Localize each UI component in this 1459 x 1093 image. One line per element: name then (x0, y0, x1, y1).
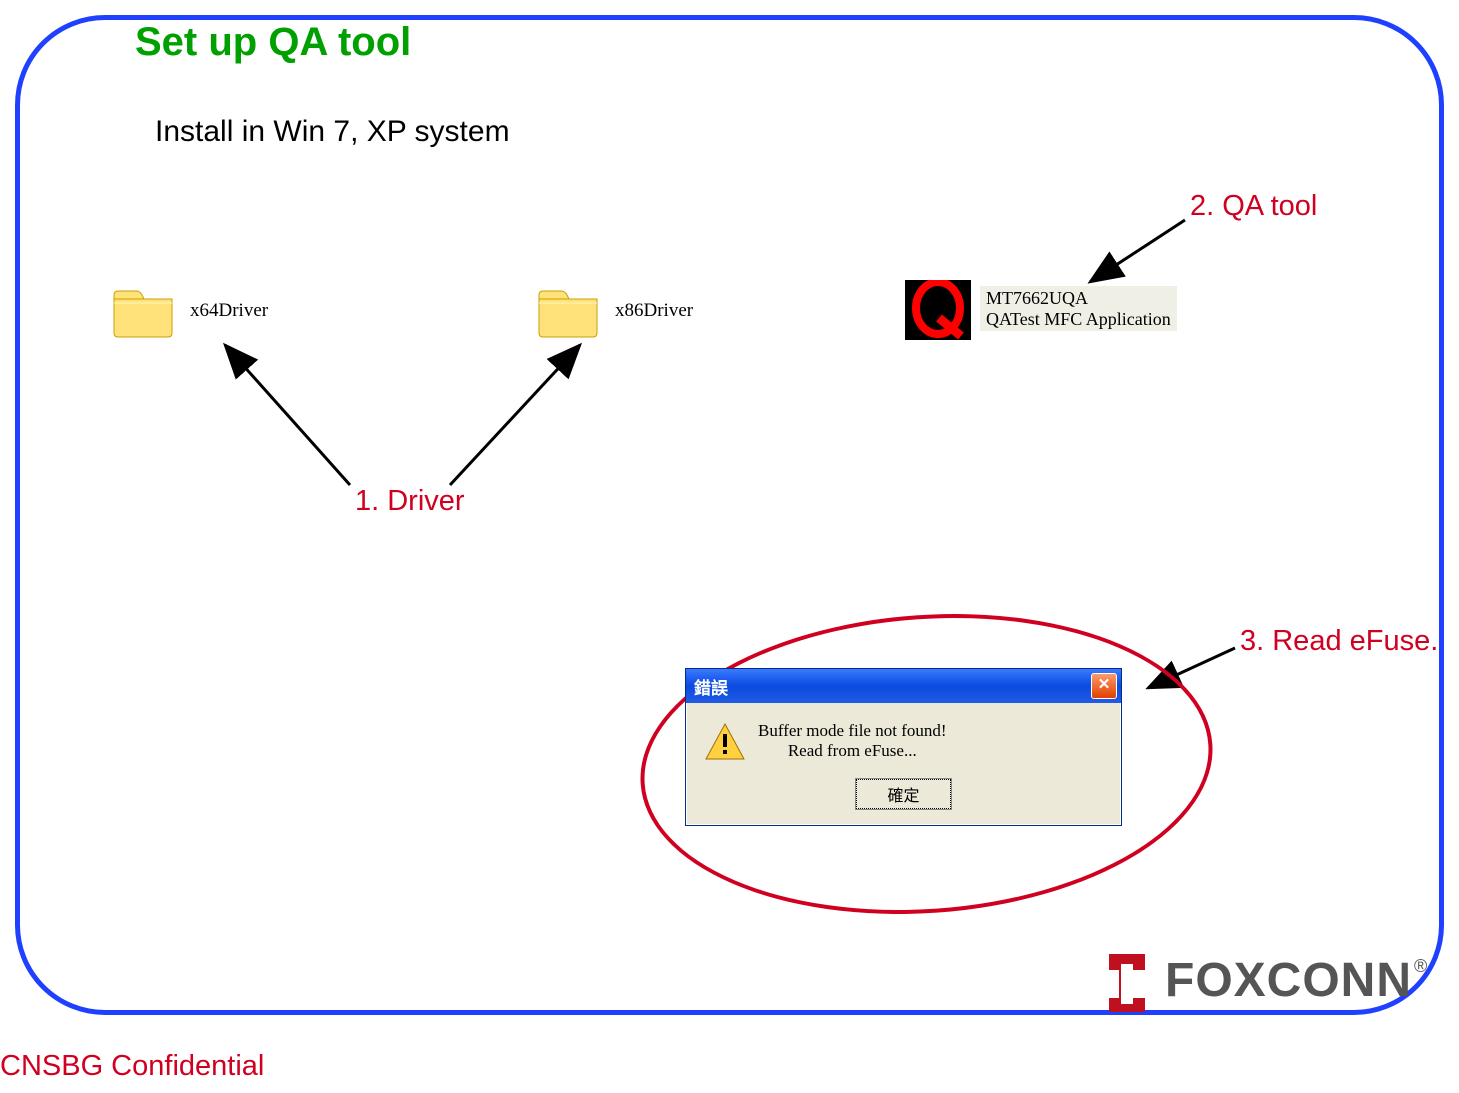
qa-app-label: MT7662UQA QATest MFC Application (980, 286, 1177, 331)
dialog-title: 錯誤 (690, 674, 728, 699)
ok-button[interactable]: 確定 (856, 779, 950, 809)
folder-label-x86: x86Driver (615, 300, 693, 322)
qa-app-label-line2: QATest MFC Application (986, 309, 1171, 329)
folder-icon[interactable] (110, 285, 176, 339)
annotation-efuse: 3. Read eFuse. (1240, 625, 1438, 658)
dialog-message: Buffer mode file not found! Read from eF… (758, 721, 947, 763)
slide-subtitle: Install in Win 7, XP system (155, 115, 510, 149)
footer-confidential: CNSBG Confidential (0, 1050, 264, 1083)
annotation-qa-tool: 2. QA tool (1190, 190, 1317, 223)
foxconn-logo-text: FOXCONN (1165, 953, 1412, 1008)
annotation-driver: 1. Driver (355, 485, 465, 518)
registered-mark: ® (1414, 956, 1427, 977)
warning-icon (704, 721, 746, 763)
folder-icon[interactable] (535, 285, 601, 339)
folder-label-x64: x64Driver (190, 300, 268, 322)
qa-app-label-line1: MT7662UQA (986, 288, 1088, 308)
slide-title: Set up QA tool (135, 20, 411, 65)
dialog-msg-line1: Buffer mode file not found! (758, 721, 947, 740)
error-dialog: 錯誤 ✕ Buffer mode file not found! Read fr… (685, 668, 1122, 826)
dialog-titlebar: 錯誤 ✕ (686, 669, 1121, 703)
qa-app-icon[interactable] (905, 280, 971, 340)
foxconn-logo-icon (1095, 948, 1159, 1012)
close-icon[interactable]: ✕ (1091, 673, 1117, 699)
foxconn-logo: FOXCONN ® (1095, 948, 1427, 1012)
dialog-msg-line2: Read from eFuse... (788, 741, 917, 760)
